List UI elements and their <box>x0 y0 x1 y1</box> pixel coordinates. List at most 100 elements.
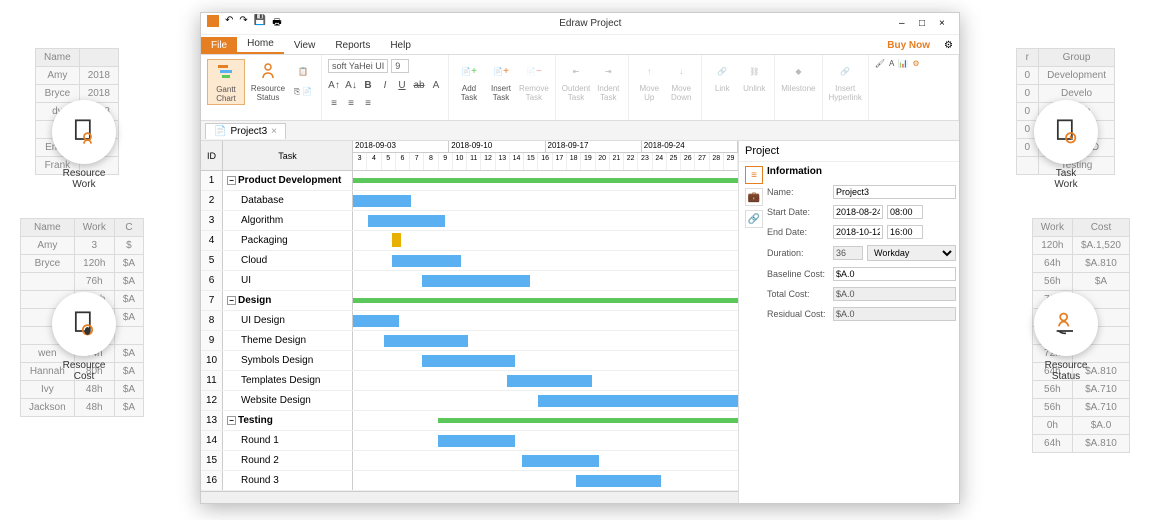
duration-input[interactable] <box>833 246 863 260</box>
undo-icon[interactable]: ↶ <box>225 15 233 32</box>
gantt-bar[interactable] <box>422 275 530 287</box>
task-row[interactable]: 9Theme Design <box>201 331 738 351</box>
align-right-button[interactable]: ≡ <box>362 98 374 109</box>
bar-area[interactable] <box>353 331 738 350</box>
task-name-cell[interactable]: UI <box>223 271 353 290</box>
insert-task-button[interactable]: 📄+Insert Task <box>487 59 515 103</box>
bold-button[interactable]: B <box>362 80 374 91</box>
copy-icon[interactable]: ⎘ <box>294 87 300 97</box>
gantt-bar[interactable] <box>507 375 592 387</box>
gantt-bar[interactable] <box>438 435 515 447</box>
maximize-button[interactable]: □ <box>919 18 931 29</box>
task-row[interactable]: 12Website Design <box>201 391 738 411</box>
end-time-input[interactable] <box>887 225 923 239</box>
move-up-button[interactable]: ↑Move Up <box>635 59 663 103</box>
total-input[interactable] <box>833 287 956 301</box>
bar-area[interactable] <box>353 451 738 470</box>
column-header-id[interactable]: ID <box>201 141 223 170</box>
bar-area[interactable] <box>353 471 738 490</box>
task-name-cell[interactable]: Templates Design <box>223 371 353 390</box>
bar-area[interactable] <box>353 371 738 390</box>
align-center-button[interactable]: ≡ <box>345 98 357 109</box>
badge-resource-work[interactable]: Resource Work <box>52 100 116 164</box>
task-row[interactable]: 15Round 2 <box>201 451 738 471</box>
font-size-select[interactable]: 9 <box>391 59 409 73</box>
task-row[interactable]: 5Cloud <box>201 251 738 271</box>
move-down-button[interactable]: ↓Move Down <box>667 59 695 103</box>
link-button[interactable]: 🔗Link <box>708 59 736 94</box>
task-row[interactable]: 6UI <box>201 271 738 291</box>
milestone-button[interactable]: ◆Milestone <box>781 59 815 94</box>
collapse-toggle[interactable]: − <box>227 296 236 305</box>
task-name-cell[interactable]: Cloud <box>223 251 353 270</box>
briefcase-tab-icon[interactable]: 💼 <box>745 188 763 206</box>
task-row[interactable]: 3Algorithm <box>201 211 738 231</box>
close-tab-icon[interactable]: × <box>271 126 277 137</box>
add-task-button[interactable]: 📄+Add Task <box>455 59 483 103</box>
gantt-bar[interactable] <box>522 455 599 467</box>
bar-area[interactable] <box>353 411 738 430</box>
task-name-cell[interactable]: Theme Design <box>223 331 353 350</box>
menu-view[interactable]: View <box>284 37 326 54</box>
gantt-bar[interactable] <box>353 315 399 327</box>
horizontal-scrollbar[interactable] <box>201 491 738 503</box>
collapse-toggle[interactable]: − <box>227 176 236 185</box>
task-row[interactable]: 2Database <box>201 191 738 211</box>
end-date-input[interactable] <box>833 225 883 239</box>
column-header-task[interactable]: Task <box>223 141 353 170</box>
font-name-select[interactable]: soft YaHei UI <box>328 59 388 73</box>
paste-icon[interactable]: 📄 <box>302 87 312 97</box>
info-tab-icon[interactable]: ≡ <box>745 166 763 184</box>
italic-button[interactable]: I <box>379 80 391 91</box>
settings-icon[interactable]: ⚙ <box>938 37 959 54</box>
task-name-cell[interactable]: Round 2 <box>223 451 353 470</box>
menu-help[interactable]: Help <box>380 37 421 54</box>
task-name-cell[interactable]: Round 1 <box>223 431 353 450</box>
task-row[interactable]: 7−Design <box>201 291 738 311</box>
paint-icon[interactable]: 🖌 <box>875 59 885 68</box>
task-name-cell[interactable]: −Product Development <box>223 171 353 190</box>
task-name-cell[interactable]: UI Design <box>223 311 353 330</box>
task-row[interactable]: 16Round 3 <box>201 471 738 491</box>
hyperlink-button[interactable]: 🔗Insert Hyperlink <box>829 59 862 103</box>
bar-area[interactable] <box>353 211 738 230</box>
task-name-cell[interactable]: −Design <box>223 291 353 310</box>
bar-area[interactable]: ◆ <box>353 231 738 250</box>
save-icon[interactable]: 💾 <box>254 15 266 32</box>
bar-area[interactable] <box>353 351 738 370</box>
gantt-bar[interactable] <box>353 178 738 183</box>
gantt-bar[interactable] <box>576 475 661 487</box>
bar-area[interactable] <box>353 271 738 290</box>
gantt-bar[interactable] <box>422 355 514 367</box>
bar-area[interactable] <box>353 311 738 330</box>
badge-resource-status[interactable]: Resource Status <box>1034 292 1098 356</box>
duration-unit-select[interactable]: Workday <box>867 245 956 261</box>
badge-resource-cost[interactable]: $ Resource Cost <box>52 292 116 356</box>
print-icon[interactable]: 🖶 <box>272 15 281 32</box>
baseline-input[interactable] <box>833 267 956 281</box>
gantt-chart-button[interactable]: Gantt Chart <box>207 59 245 105</box>
underline-button[interactable]: U <box>396 80 408 91</box>
menu-home[interactable]: Home <box>237 35 284 54</box>
gantt-bar[interactable] <box>353 195 411 207</box>
increase-font-button[interactable]: A↑ <box>328 80 340 91</box>
task-row[interactable]: 14Round 1 <box>201 431 738 451</box>
menu-reports[interactable]: Reports <box>325 37 380 54</box>
bar-area[interactable] <box>353 191 738 210</box>
font-color-button[interactable]: A <box>430 80 442 91</box>
gantt-bar[interactable]: ◆ <box>392 233 401 247</box>
task-name-cell[interactable]: Symbols Design <box>223 351 353 370</box>
indent-button[interactable]: ⇥Indent Task <box>594 59 622 103</box>
task-row[interactable]: 4Packaging◆ <box>201 231 738 251</box>
bar-area[interactable] <box>353 291 738 310</box>
gantt-bar[interactable] <box>538 395 738 407</box>
name-input[interactable] <box>833 185 956 199</box>
task-name-cell[interactable]: Database <box>223 191 353 210</box>
gantt-bar[interactable] <box>353 298 738 303</box>
gantt-bar[interactable] <box>438 418 738 423</box>
task-name-cell[interactable]: Algorithm <box>223 211 353 230</box>
gantt-bar[interactable] <box>368 215 445 227</box>
file-menu[interactable]: File <box>201 37 237 54</box>
start-time-input[interactable] <box>887 205 923 219</box>
collapse-toggle[interactable]: − <box>227 416 236 425</box>
